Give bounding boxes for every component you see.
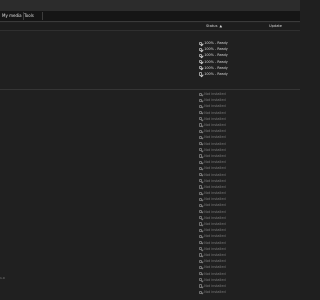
status-text: Not installed [204, 153, 226, 158]
status-text: Not installed [204, 135, 226, 140]
status-column-label: Status [206, 24, 218, 28]
download-icon [199, 241, 203, 245]
ready-items-list: 100% - Ready 100% - Ready 100% - Ready 100%… [199, 40, 269, 77]
section-divider [0, 89, 300, 90]
tab-tools[interactable]: Tools [22, 12, 43, 20]
status-text: Not installed [204, 234, 226, 239]
download-icon [199, 247, 203, 251]
status-text: Not installed [204, 209, 226, 214]
download-icon [199, 259, 203, 263]
download-icon [199, 203, 203, 208]
status-text: Not installed [204, 283, 226, 288]
download-icon [199, 185, 203, 189]
download-icon [199, 265, 203, 269]
download-icon [199, 135, 203, 139]
check-icon [199, 53, 203, 58]
status-text: Not installed [204, 259, 226, 264]
download-icon [199, 166, 203, 170]
status-text: 100% - Ready [204, 53, 228, 58]
download-icon [199, 129, 203, 133]
download-icon [199, 228, 203, 232]
status-text: Not installed [204, 203, 226, 208]
status-text: Not installed [204, 141, 226, 146]
list-item[interactable]: Not installed [199, 289, 269, 295]
download-icon [199, 271, 203, 276]
download-icon [199, 154, 203, 158]
status-text: Not installed [204, 110, 226, 115]
status-text: Not installed [204, 147, 226, 152]
status-text: 100% - Ready [204, 47, 228, 52]
status-text: Not installed [204, 222, 226, 227]
download-icon [199, 142, 203, 146]
status-text: Not installed [204, 160, 226, 165]
check-icon [199, 60, 203, 64]
status-text: Not installed [204, 116, 226, 121]
download-icon [199, 160, 203, 164]
status-text: Not installed [204, 215, 226, 220]
download-icon [199, 104, 203, 109]
status-text: 100% - Ready [204, 41, 228, 46]
download-icon [199, 210, 203, 214]
check-icon [199, 66, 203, 70]
download-icon [199, 191, 203, 195]
not-installed-items-list: Not installed Not installed Not installed N… [199, 91, 269, 295]
column-header-row: Status ▲ Update [0, 23, 300, 31]
status-text: Not installed [204, 271, 226, 276]
sort-up-icon: ▲ [219, 24, 223, 28]
download-icon [199, 284, 203, 288]
status-text: Not installed [204, 290, 226, 295]
tab-my-media[interactable]: My media [0, 12, 24, 20]
download-icon [199, 172, 203, 177]
status-text: Not installed [204, 228, 226, 233]
list-item[interactable]: 100% - Ready [199, 71, 269, 77]
check-icon [199, 47, 203, 51]
download-icon [199, 290, 203, 294]
status-text: Not installed [204, 166, 226, 171]
app-window: My media Tools Status ▲ Update 100% - Rea… [0, 0, 300, 300]
download-icon [199, 98, 203, 102]
status-text: Not installed [204, 98, 226, 103]
status-text: 100% - Ready [204, 72, 228, 77]
download-icon [199, 197, 203, 201]
status-text: Not installed [204, 246, 226, 251]
status-text: Not installed [204, 240, 226, 245]
status-text: Not installed [204, 252, 226, 257]
download-icon [199, 253, 203, 257]
left-label: 1.0 [0, 276, 5, 280]
status-text: Not installed [204, 277, 226, 282]
status-text: Not installed [204, 104, 226, 109]
download-icon [199, 92, 203, 96]
status-text: Not installed [204, 92, 226, 97]
download-icon [199, 123, 203, 127]
status-text: 100% - Ready [204, 59, 228, 64]
status-text: Not installed [204, 265, 226, 270]
status-text: 100% - Ready [204, 65, 228, 70]
title-bar [0, 0, 300, 11]
status-column-header[interactable]: Status ▲ [206, 23, 222, 30]
status-text: Not installed [204, 191, 226, 196]
tab-strip: My media Tools [0, 11, 300, 22]
update-column-header[interactable]: Update [269, 23, 282, 30]
download-icon [199, 179, 203, 183]
status-text: Not installed [204, 123, 226, 128]
download-icon [199, 222, 203, 226]
check-icon [199, 72, 203, 76]
download-icon [199, 278, 203, 282]
status-text: Not installed [204, 129, 226, 134]
check-icon [199, 41, 203, 45]
status-text: Not installed [204, 197, 226, 202]
status-text: Not installed [204, 172, 226, 177]
status-text: Not installed [204, 178, 226, 183]
status-text: Not installed [204, 184, 226, 189]
download-icon [199, 148, 203, 152]
download-icon [199, 111, 203, 115]
download-icon [199, 234, 203, 238]
download-icon [199, 117, 203, 121]
download-icon [199, 216, 203, 220]
